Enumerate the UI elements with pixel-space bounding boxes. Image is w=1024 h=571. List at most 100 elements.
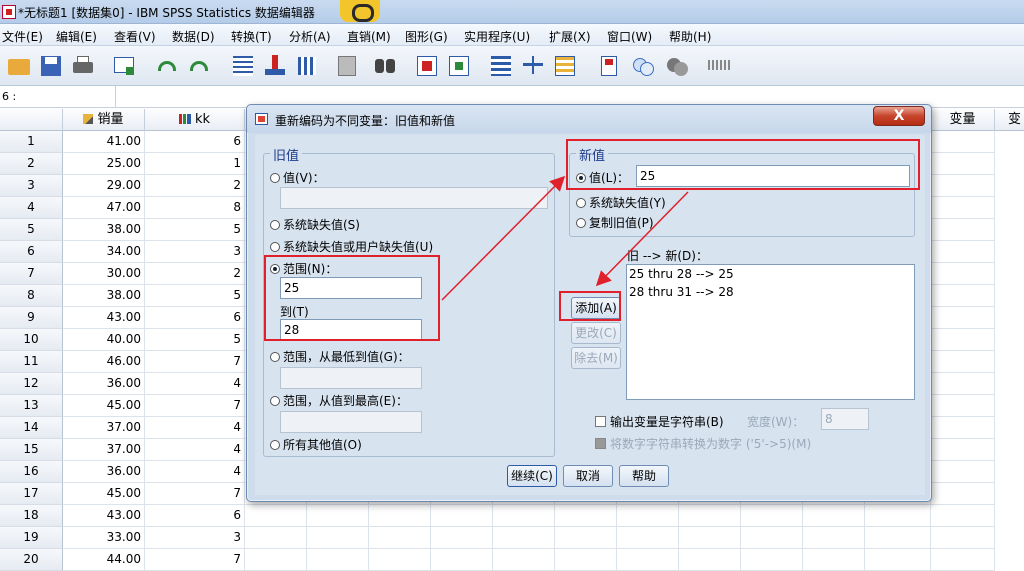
empty-cell[interactable] bbox=[307, 549, 369, 571]
data-cell[interactable]: 4 bbox=[145, 417, 245, 439]
data-cell[interactable]: 43.00 bbox=[63, 307, 145, 329]
empty-cell[interactable] bbox=[245, 527, 307, 549]
weight-cases-icon[interactable] bbox=[520, 53, 546, 79]
data-cell[interactable]: 5 bbox=[145, 219, 245, 241]
run-descriptive-icon[interactable] bbox=[334, 53, 360, 79]
menu-graphs[interactable]: 图形(G) bbox=[405, 28, 448, 45]
data-cell[interactable]: 30.00 bbox=[63, 263, 145, 285]
empty-cell[interactable] bbox=[617, 527, 679, 549]
radio-new-value[interactable]: 值(L)： bbox=[576, 169, 629, 186]
radio-range[interactable]: 范围(N)： bbox=[270, 260, 337, 277]
convert-numeric-checkbox[interactable]: 将数字字符串转换为数字 ('5'->5)(M) bbox=[595, 435, 811, 452]
row-number[interactable]: 8 bbox=[0, 285, 63, 307]
empty-cell[interactable] bbox=[931, 153, 995, 175]
dialog-title-bar[interactable]: 重新编码为不同变量：旧值和新值 X bbox=[247, 105, 931, 133]
empty-cell[interactable] bbox=[493, 505, 555, 527]
empty-cell[interactable] bbox=[931, 219, 995, 241]
data-cell[interactable]: 2 bbox=[145, 263, 245, 285]
cancel-button[interactable]: 取消 bbox=[563, 465, 613, 487]
help-button[interactable]: 帮助 bbox=[619, 465, 669, 487]
use-sets-icon[interactable] bbox=[630, 53, 656, 79]
spell-check-icon[interactable] bbox=[706, 53, 732, 79]
data-cell[interactable]: 3 bbox=[145, 527, 245, 549]
data-cell[interactable]: 40.00 bbox=[63, 329, 145, 351]
print-icon[interactable] bbox=[70, 53, 96, 79]
empty-cell[interactable] bbox=[931, 527, 995, 549]
empty-cell[interactable] bbox=[931, 131, 995, 153]
row-number[interactable]: 15 bbox=[0, 439, 63, 461]
width-input[interactable]: 8 bbox=[821, 408, 869, 430]
row-number[interactable]: 10 bbox=[0, 329, 63, 351]
row-number[interactable]: 4 bbox=[0, 197, 63, 219]
range-highest-input[interactable] bbox=[280, 411, 422, 433]
column-header-xiaoliang[interactable]: 销量 bbox=[63, 109, 145, 131]
radio-old-value[interactable]: 值(V)： bbox=[270, 169, 325, 186]
radio-range-highest[interactable]: 范围，从值到最高(E)： bbox=[270, 392, 408, 409]
empty-cell[interactable] bbox=[555, 527, 617, 549]
data-cell[interactable]: 7 bbox=[145, 395, 245, 417]
recall-dialog-icon[interactable] bbox=[112, 53, 138, 79]
new-value-input[interactable]: 25 bbox=[636, 165, 910, 187]
show-all-variables-icon[interactable] bbox=[664, 53, 690, 79]
empty-cell[interactable] bbox=[245, 505, 307, 527]
data-cell[interactable]: 1 bbox=[145, 153, 245, 175]
row-number[interactable]: 1 bbox=[0, 131, 63, 153]
row-number[interactable]: 18 bbox=[0, 505, 63, 527]
old-new-list[interactable]: 25 thru 28 --> 25 28 thru 31 --> 28 bbox=[626, 264, 915, 400]
data-cell[interactable]: 3 bbox=[145, 241, 245, 263]
list-item[interactable]: 25 thru 28 --> 25 bbox=[627, 265, 914, 283]
empty-cell[interactable] bbox=[931, 373, 995, 395]
empty-cell[interactable] bbox=[369, 505, 431, 527]
empty-cell[interactable] bbox=[679, 549, 741, 571]
row-number[interactable]: 3 bbox=[0, 175, 63, 197]
menu-utilities[interactable]: 实用程序(U) bbox=[464, 28, 530, 45]
row-number[interactable]: 14 bbox=[0, 417, 63, 439]
empty-cell[interactable] bbox=[931, 549, 995, 571]
row-number[interactable]: 6 bbox=[0, 241, 63, 263]
menu-analyze[interactable]: 分析(A) bbox=[289, 28, 331, 45]
data-cell[interactable]: 25.00 bbox=[63, 153, 145, 175]
change-button[interactable]: 更改(C) bbox=[571, 322, 621, 344]
open-folder-icon[interactable] bbox=[6, 53, 32, 79]
find-binoculars-icon[interactable] bbox=[372, 53, 398, 79]
menu-window[interactable]: 窗口(W) bbox=[607, 28, 652, 45]
insert-variable-icon[interactable] bbox=[446, 53, 472, 79]
empty-cell[interactable] bbox=[931, 483, 995, 505]
data-cell[interactable]: 29.00 bbox=[63, 175, 145, 197]
empty-cell[interactable] bbox=[931, 351, 995, 373]
empty-cell[interactable] bbox=[741, 505, 803, 527]
column-header-var[interactable]: 变量 bbox=[931, 109, 995, 131]
empty-cell[interactable] bbox=[493, 549, 555, 571]
data-cell[interactable]: 38.00 bbox=[63, 285, 145, 307]
radio-system-missing[interactable]: 系统缺失值(S) bbox=[270, 216, 360, 233]
row-number[interactable]: 19 bbox=[0, 527, 63, 549]
continue-button[interactable]: 继续(C) bbox=[507, 465, 557, 487]
value-labels-icon[interactable] bbox=[596, 53, 622, 79]
empty-cell[interactable] bbox=[803, 505, 865, 527]
empty-cell[interactable] bbox=[931, 307, 995, 329]
data-cell[interactable]: 36.00 bbox=[63, 461, 145, 483]
row-number[interactable]: 20 bbox=[0, 549, 63, 571]
empty-cell[interactable] bbox=[931, 175, 995, 197]
data-cell[interactable]: 6 bbox=[145, 131, 245, 153]
redo-icon[interactable] bbox=[186, 53, 212, 79]
data-cell[interactable]: 45.00 bbox=[63, 483, 145, 505]
empty-cell[interactable] bbox=[931, 197, 995, 219]
remove-button[interactable]: 除去(M) bbox=[571, 347, 621, 369]
radio-new-system-missing[interactable]: 系统缺失值(Y) bbox=[576, 194, 666, 211]
range-from-input[interactable]: 25 bbox=[280, 277, 422, 299]
data-cell[interactable]: 6 bbox=[145, 505, 245, 527]
data-cell[interactable]: 8 bbox=[145, 197, 245, 219]
menu-edit[interactable]: 编辑(E) bbox=[56, 28, 97, 45]
empty-cell[interactable] bbox=[803, 549, 865, 571]
list-item[interactable]: 28 thru 31 --> 28 bbox=[627, 283, 914, 301]
empty-cell[interactable] bbox=[555, 505, 617, 527]
split-file-icon[interactable] bbox=[488, 53, 514, 79]
empty-cell[interactable] bbox=[803, 527, 865, 549]
empty-cell[interactable] bbox=[931, 241, 995, 263]
close-button[interactable]: X bbox=[873, 106, 925, 126]
column-header-var[interactable]: 变 bbox=[995, 109, 1024, 131]
row-number[interactable]: 5 bbox=[0, 219, 63, 241]
empty-cell[interactable] bbox=[369, 549, 431, 571]
data-cell[interactable]: 7 bbox=[145, 549, 245, 571]
